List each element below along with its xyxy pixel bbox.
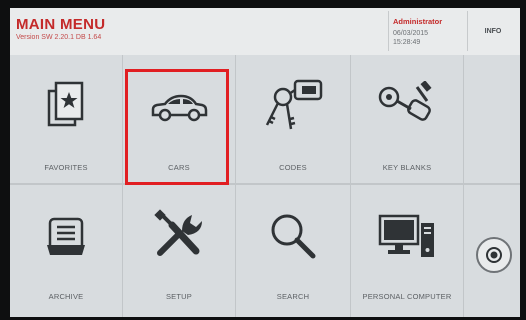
time-text: 15:28:49	[393, 39, 421, 46]
tile-favorites[interactable]: FAVORITES	[10, 55, 122, 183]
tile-favorites-label: FAVORITES	[44, 163, 88, 172]
tile-archive-label: ARCHIVE	[48, 292, 84, 301]
main-menu-screen: MAIN MENU Version SW 2.20.1 DB 1.64 Admi…	[10, 8, 520, 317]
tools-icon	[154, 209, 202, 256]
tile-search-label: SEARCH	[276, 292, 310, 301]
archive-tray-icon	[47, 217, 85, 255]
tile-key-blanks-label: KEY BLANKS	[382, 163, 432, 172]
version-text: Version SW 2.20.1 DB 1.64	[16, 34, 102, 41]
tile-setup-label: SETUP	[165, 292, 192, 301]
power-icon	[486, 247, 502, 263]
info-button[interactable]: INFO	[472, 28, 514, 35]
key-blank-icon	[378, 81, 432, 121]
tile-archive[interactable]: ARCHIVE	[10, 185, 122, 317]
tile-codes[interactable]: CODES	[236, 55, 350, 183]
tile-personal-computer-label: PERSONAL COMPUTER	[362, 292, 452, 301]
tile-key-blanks[interactable]: KEY BLANKS	[351, 55, 463, 183]
tile-search[interactable]: SEARCH	[236, 185, 350, 317]
user-status-box: Administrator 06/03/2015 15:28:49	[388, 11, 468, 51]
keys-icon	[265, 79, 323, 130]
cars-highlight-frame	[125, 69, 229, 185]
date-text: 06/03/2015	[393, 30, 429, 37]
star-folder-icon	[47, 81, 84, 127]
tile-setup[interactable]: SETUP	[123, 185, 235, 317]
header-bar: MAIN MENU Version SW 2.20.1 DB 1.64 Admi…	[10, 8, 520, 55]
tile-personal-computer[interactable]: PERSONAL COMPUTER	[351, 185, 463, 317]
power-button[interactable]	[476, 237, 512, 273]
magnifier-icon	[271, 214, 316, 259]
page-title: MAIN MENU	[16, 16, 106, 33]
user-name: Administrator	[393, 17, 443, 26]
tile-codes-label: CODES	[279, 163, 307, 172]
column-divider	[463, 55, 464, 317]
computer-icon	[378, 214, 434, 257]
